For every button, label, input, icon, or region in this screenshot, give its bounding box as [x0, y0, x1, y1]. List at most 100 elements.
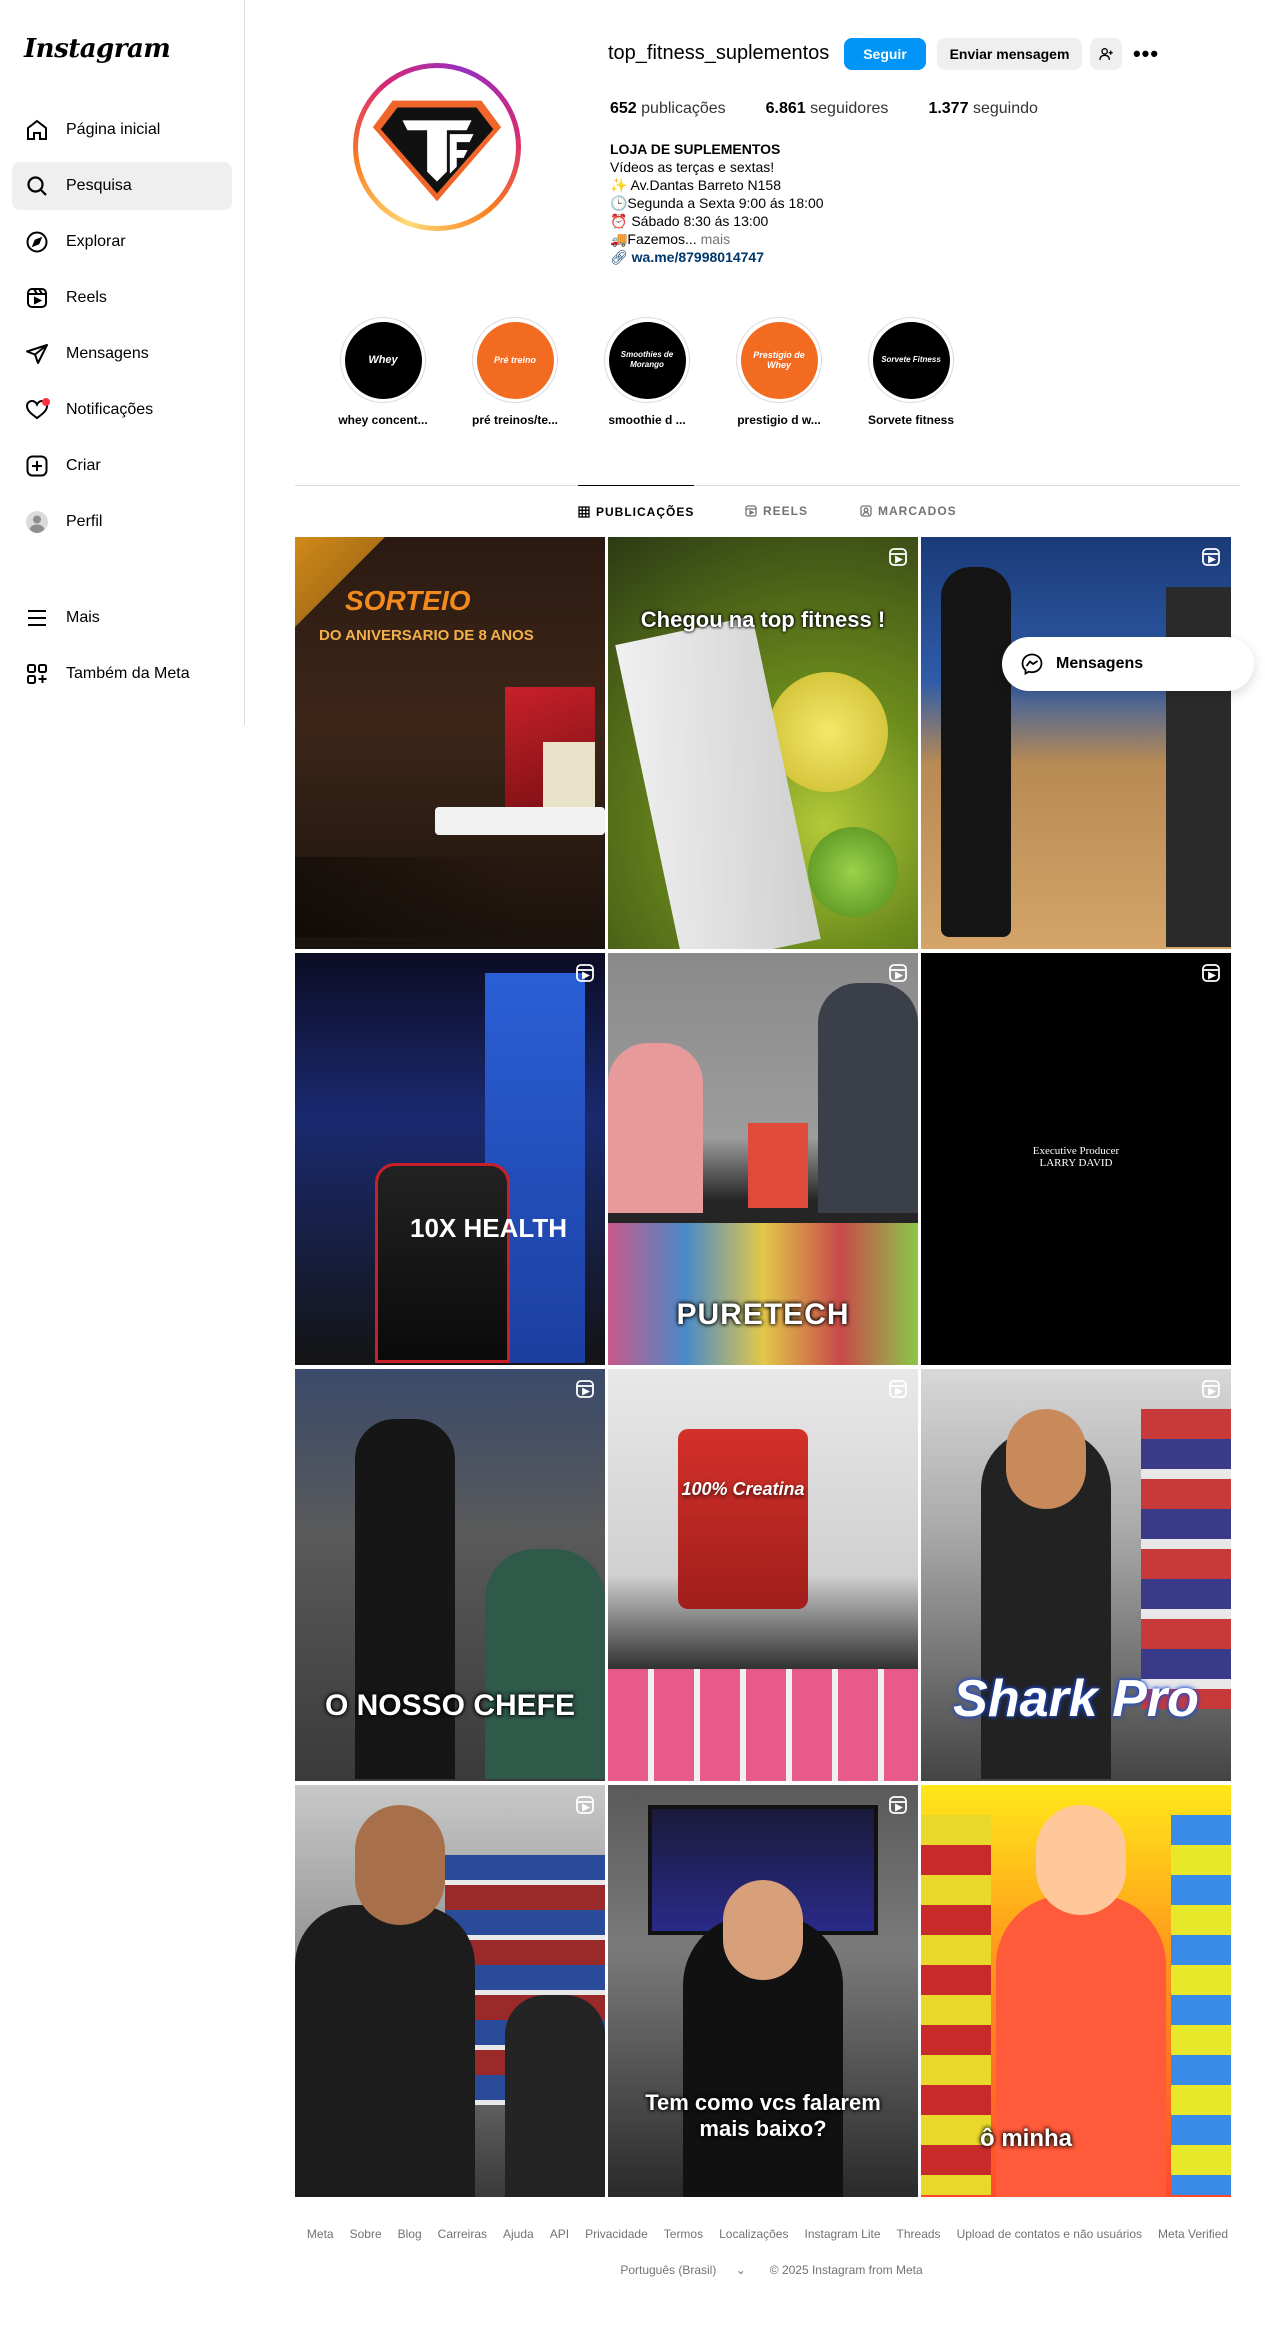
footer-link[interactable]: Meta Verified	[1158, 2227, 1228, 2241]
instagram-logo[interactable]: Instagram	[24, 34, 171, 64]
sidebar-item-reels[interactable]: Reels	[12, 274, 232, 322]
post-tile[interactable]	[295, 1785, 605, 2197]
tab-posts[interactable]: PUBLICAÇÕES	[578, 485, 695, 537]
bio-website-link[interactable]: wa.me/87998014747	[632, 249, 764, 265]
post-tile[interactable]	[921, 537, 1231, 949]
highlight-label: pré treinos/te...	[471, 413, 559, 427]
follow-button[interactable]: Seguir	[844, 38, 926, 70]
highlight-item[interactable]: Whey whey concent...	[328, 317, 438, 427]
highlight-label: prestigio d w...	[737, 413, 821, 427]
post-tile[interactable]: SORTEIO DO ANIVERSARIO DE 8 ANOS	[295, 537, 605, 949]
footer-link[interactable]: Localizações	[719, 2227, 788, 2241]
bio-name: LOJA DE SUPLEMENTOS	[610, 141, 781, 157]
following-stat[interactable]: 1.377 seguindo	[928, 100, 1037, 118]
footer-link[interactable]: Termos	[664, 2227, 703, 2241]
followers-stat[interactable]: 6.861 seguidores	[766, 100, 889, 118]
sidebar-item-more[interactable]: Mais	[12, 594, 232, 642]
chevron-down-icon: ⌄	[735, 2263, 746, 2277]
post-tile[interactable]: 10X HEALTH	[295, 953, 605, 1365]
tab-tagged[interactable]: MARCADOS	[860, 485, 957, 537]
highlight-label: smoothie d ...	[608, 413, 686, 427]
profile-username: top_fitness_suplementos	[608, 42, 830, 64]
profile-stats: 652 publicações 6.861 seguidores 1.377 s…	[610, 100, 1078, 118]
sidebar-item-messages[interactable]: Mensagens	[12, 330, 232, 378]
sidebar-item-explore[interactable]: Explorar	[12, 218, 232, 266]
search-icon	[24, 173, 50, 199]
footer-link[interactable]: Meta	[307, 2227, 334, 2241]
highlight-label: Sorvete fitness	[867, 413, 955, 427]
sidebar-item-label: Página inicial	[66, 121, 161, 138]
tab-reels[interactable]: REELS	[745, 485, 808, 537]
post-tile[interactable]: Tem como vcs falarem mais baixo?	[608, 1785, 918, 2197]
profile-avatar[interactable]	[353, 63, 521, 231]
sidebar-item-label: Pesquisa	[66, 177, 132, 194]
post-tile[interactable]: Shark Pro	[921, 1369, 1231, 1781]
sidebar-item-search[interactable]: Pesquisa	[12, 162, 232, 210]
post-caption: Shark Pro	[953, 1670, 1199, 1728]
post-tile[interactable]: O NOSSO CHEFE	[295, 1369, 605, 1781]
ellipsis-icon: •••	[1132, 41, 1160, 66]
suggested-users-button[interactable]	[1090, 38, 1122, 70]
post-caption: 100% Creatina	[681, 1479, 805, 1499]
highlight-cover: Smoothies de Morango	[608, 321, 686, 399]
posts-stat[interactable]: 652 publicações	[610, 100, 726, 118]
sidebar-item-create[interactable]: Criar	[12, 442, 232, 490]
copyright-text: © 2025 Instagram from Meta	[769, 2263, 923, 2277]
highlight-item[interactable]: Prestígio de Whey prestigio d w...	[724, 317, 834, 427]
brand-logo-icon	[363, 73, 511, 221]
footer-link[interactable]: Instagram Lite	[804, 2227, 880, 2241]
post-tile[interactable]: Chegou na top fitness !	[608, 537, 918, 949]
bio-more-link[interactable]: mais	[701, 231, 731, 247]
sidebar-item-also-from-meta[interactable]: Também da Meta	[12, 650, 232, 698]
reel-icon	[889, 1796, 907, 1814]
link-icon: 🔗︎	[610, 249, 632, 265]
sidebar-item-profile[interactable]: Perfil	[12, 498, 232, 546]
sidebar: Instagram Página inicial Pesquisa Explor…	[0, 0, 245, 725]
floating-messages-button[interactable]: Mensagens	[1002, 637, 1254, 691]
reel-icon	[889, 1380, 907, 1398]
sidebar-item-home[interactable]: Página inicial	[12, 106, 232, 154]
reel-icon	[1202, 1380, 1220, 1398]
footer-link[interactable]: Sobre	[350, 2227, 382, 2241]
post-tile[interactable]: ô minha	[921, 1785, 1231, 2197]
footer-link[interactable]: Privacidade	[585, 2227, 648, 2241]
post-tile[interactable]: PURETECH	[608, 953, 918, 1365]
highlight-cover: Whey	[344, 321, 422, 399]
post-caption: Tem como vcs falarem mais baixo?	[645, 2090, 881, 2141]
bio-line: ✨ Av.Dantas Barreto N158	[610, 177, 782, 193]
sidebar-item-notifications[interactable]: Notificações	[12, 386, 232, 434]
footer-link[interactable]: Blog	[398, 2227, 422, 2241]
post-caption: 10X HEALTH	[410, 1213, 567, 1243]
post-tile[interactable]: Executive Producer LARRY DAVID	[921, 953, 1231, 1365]
more-options-button[interactable]: •••	[1130, 38, 1162, 70]
highlight-item[interactable]: Sorvete Fitness Sorvete fitness	[856, 317, 966, 427]
language-selector[interactable]: Português (Brasil) ⌄	[612, 2263, 753, 2277]
bio-line: 🕒Segunda a Sexta 9:00 ás 18:00	[610, 195, 824, 211]
highlight-item[interactable]: Pré treino pré treinos/te...	[460, 317, 570, 427]
sidebar-item-label: Mensagens	[66, 345, 149, 362]
sidebar-item-label: Perfil	[66, 513, 103, 530]
bio-line: Vídeos as terças e sextas!	[610, 159, 775, 175]
reel-icon	[576, 964, 594, 982]
send-message-button[interactable]: Enviar mensagem	[937, 38, 1082, 70]
highlight-item[interactable]: Smoothies de Morango smoothie d ...	[592, 317, 702, 427]
footer-link[interactable]: Carreiras	[438, 2227, 487, 2241]
footer-link[interactable]: Upload de contatos e não usuários	[957, 2227, 1142, 2241]
reels-icon	[745, 505, 757, 517]
direct-icon	[24, 341, 50, 367]
post-tile[interactable]: 100% Creatina	[608, 1369, 918, 1781]
footer-link[interactable]: Threads	[897, 2227, 941, 2241]
post-caption: Chegou na top fitness !	[640, 607, 886, 632]
highlight-cover: Pré treino	[476, 321, 554, 399]
post-caption: Executive Producer LARRY DAVID	[1032, 1145, 1120, 1169]
sidebar-item-label: Reels	[66, 289, 107, 306]
reel-icon	[576, 1380, 594, 1398]
profile-bio: LOJA DE SUPLEMENTOS Vídeos as terças e s…	[610, 140, 824, 266]
post-caption: O NOSSO CHEFE	[324, 1689, 576, 1722]
footer-link[interactable]: Ajuda	[503, 2227, 534, 2241]
sidebar-item-label: Também da Meta	[66, 665, 190, 682]
footer-link[interactable]: API	[550, 2227, 569, 2241]
home-icon	[24, 117, 50, 143]
reel-icon	[1202, 548, 1220, 566]
reel-icon	[889, 964, 907, 982]
